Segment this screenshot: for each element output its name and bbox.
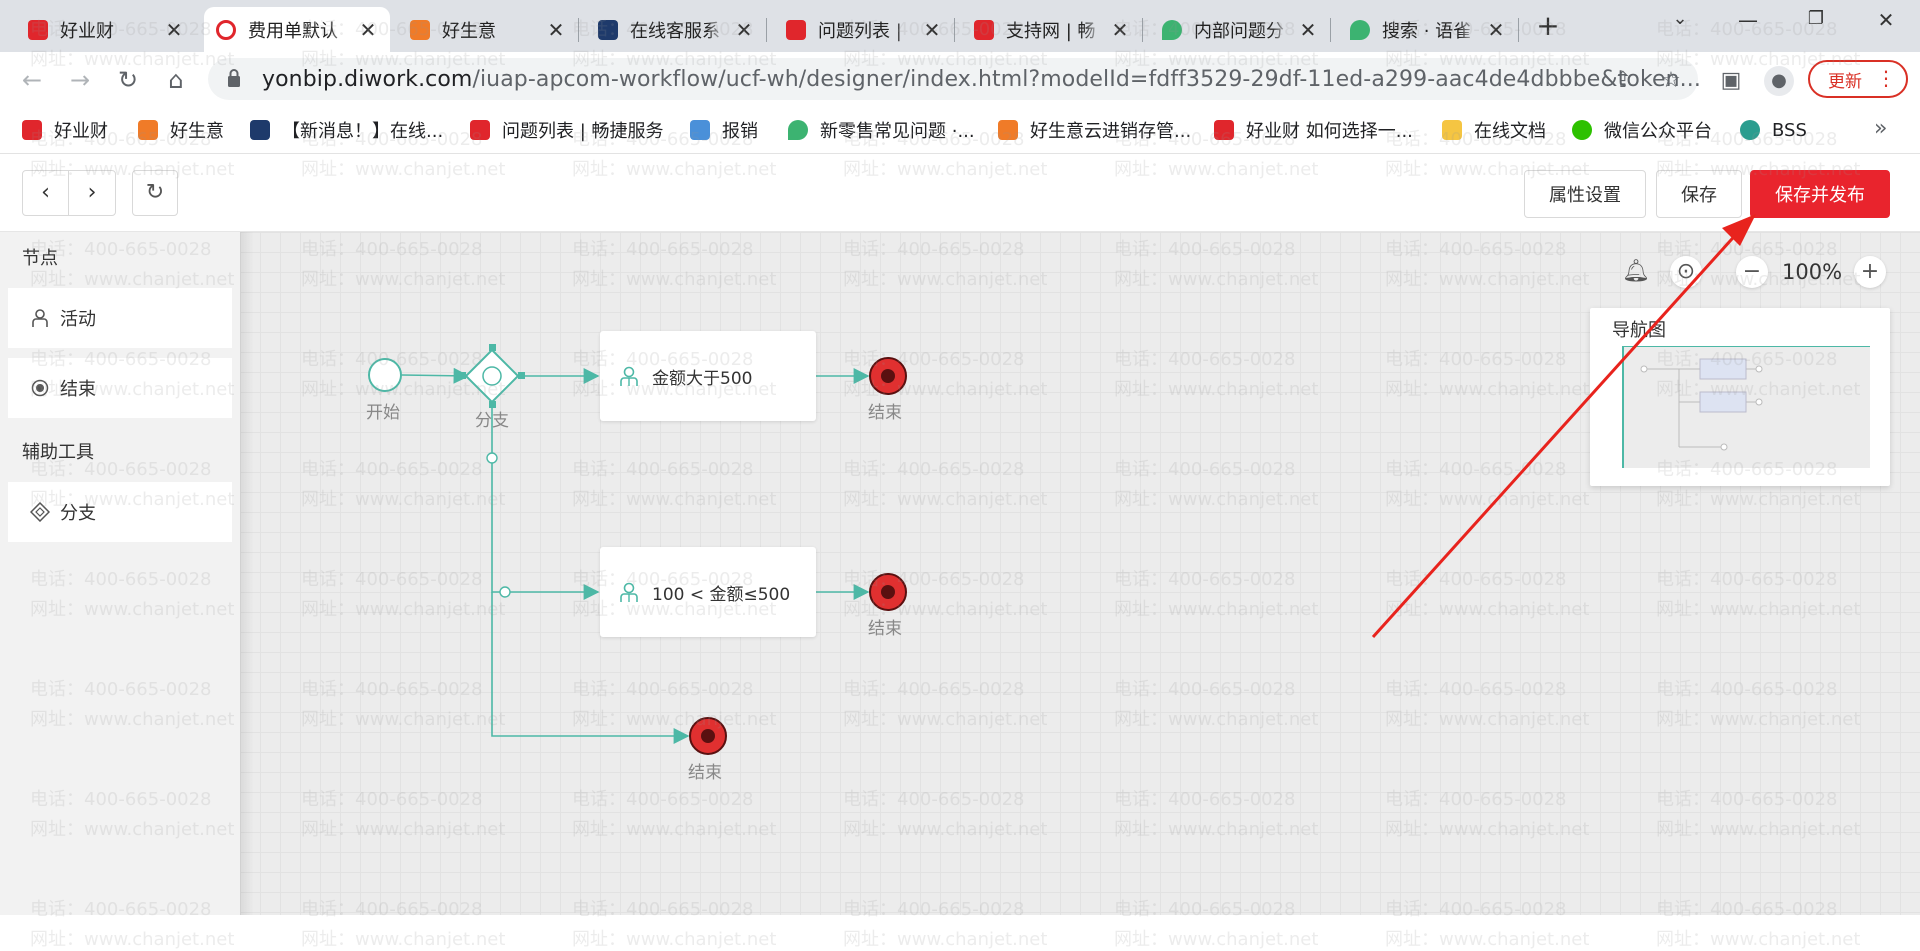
bell-icon[interactable]: 🔔︎ xyxy=(1620,256,1652,288)
branch-node[interactable] xyxy=(464,348,520,404)
watermark-site: 网址：www.chanjet.net xyxy=(30,929,235,950)
start-node-label: 开始 xyxy=(366,403,400,423)
watermark-site: 网址：www.chanjet.net xyxy=(1656,929,1861,950)
minimap-preview xyxy=(1640,358,1763,451)
watermark-site: 网址：www.chanjet.net xyxy=(572,929,777,950)
user-icon xyxy=(620,366,638,386)
resize-handle[interactable] xyxy=(518,372,525,379)
resize-handle[interactable] xyxy=(459,372,466,379)
watermark-site: 网址：www.chanjet.net xyxy=(1114,929,1319,950)
end-node-1[interactable] xyxy=(869,357,907,395)
minimap-panel: 导航图 xyxy=(1590,308,1890,486)
branch-node-label: 分支 xyxy=(475,411,509,431)
edge-start-branch[interactable] xyxy=(401,367,470,384)
user-icon xyxy=(620,582,638,602)
watermark-site: 网址：www.chanjet.net xyxy=(843,929,1048,950)
end-node-label: 结束 xyxy=(868,619,902,639)
locate-icon[interactable]: ⊙ xyxy=(1670,256,1702,288)
zoom-out-icon[interactable]: − xyxy=(1736,256,1768,288)
resize-handle[interactable] xyxy=(489,344,496,351)
end-node-2[interactable] xyxy=(869,573,907,611)
minimap-title: 导航图 xyxy=(1612,320,1666,341)
watermark-site: 网址：www.chanjet.net xyxy=(301,929,506,950)
zoom-level: 100% xyxy=(1782,260,1843,284)
edge-handle[interactable] xyxy=(486,452,498,464)
activity-node-2[interactable]: 100 < 金额≤500 xyxy=(600,547,816,637)
edge-handle[interactable] xyxy=(499,586,511,598)
activity-node-1[interactable]: 金额大于500 xyxy=(600,331,816,421)
zoom-in-icon[interactable]: + xyxy=(1854,256,1886,288)
end-node-3[interactable] xyxy=(689,717,727,755)
activity-node-label: 100 < 金额≤500 xyxy=(652,584,791,605)
end-node-label: 结束 xyxy=(688,763,722,783)
watermark-site: 网址：www.chanjet.net xyxy=(1385,929,1590,950)
end-node-label: 结束 xyxy=(868,403,902,423)
start-node[interactable] xyxy=(368,358,402,392)
minimap-viewport[interactable] xyxy=(1622,346,1870,468)
activity-node-label: 金额大于500 xyxy=(652,368,753,389)
edge-branch-activity2[interactable] xyxy=(491,404,600,600)
